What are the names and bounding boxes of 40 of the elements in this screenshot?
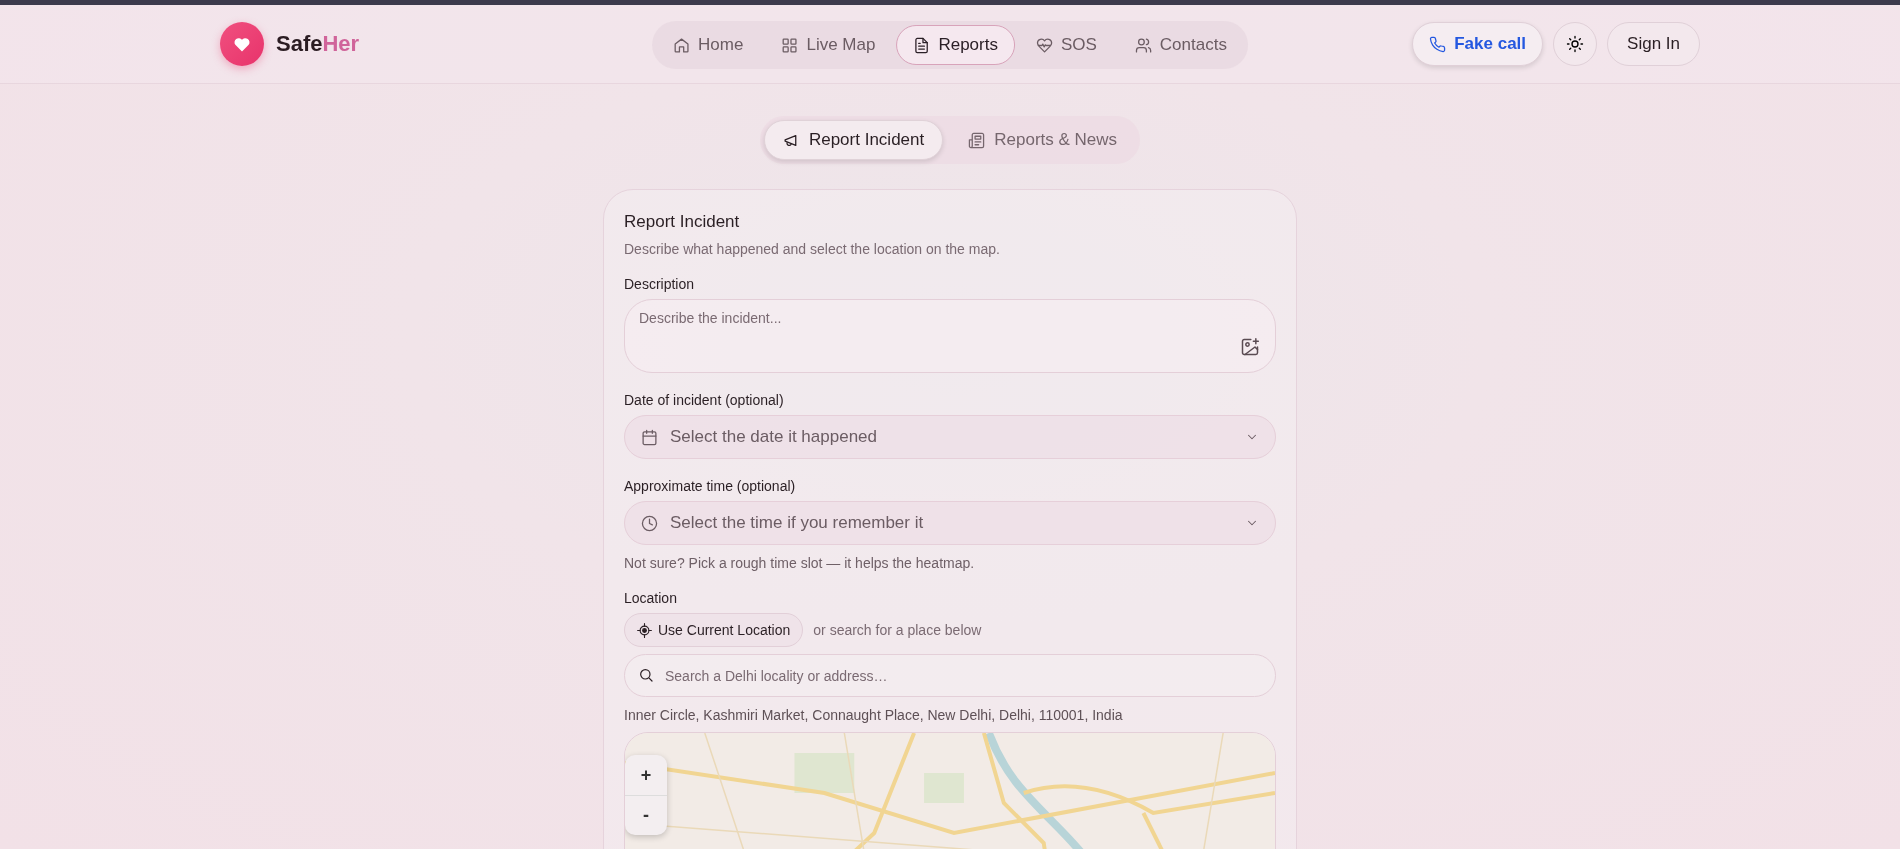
field-label: Approximate time (optional): [624, 478, 797, 494]
description-field[interactable]: Describe the incident...: [624, 299, 1276, 373]
heart-pulse-icon: [1035, 36, 1053, 54]
calendar-icon: [641, 428, 658, 446]
image-add-icon[interactable]: [1240, 337, 1260, 357]
zoom-out-button[interactable]: -: [625, 795, 667, 835]
sign-in-button[interactable]: Sign In: [1607, 22, 1700, 66]
field-label: Location: [624, 590, 678, 606]
nav-tab[interactable]: Contacts: [1117, 25, 1244, 65]
time-select[interactable]: Select the time if you remember it: [624, 501, 1276, 545]
field-label: Date of incident (optional): [624, 392, 785, 408]
home-icon: [673, 36, 691, 54]
section-tab[interactable]: Report Incident: [763, 120, 944, 160]
brand-name: SafeHer: [276, 31, 360, 57]
search-icon: [638, 667, 654, 683]
newspaper-icon: [968, 131, 986, 149]
card-title: Report Incident: [624, 212, 741, 232]
search-field[interactable]: Search a Delhi locality or address…: [624, 654, 1276, 697]
selected-address: Inner Circle, Kashmiri Market, Connaught Place, New Delhi, Delhi, 110001, India: [624, 707, 1124, 723]
nav-tab[interactable]: Home: [656, 25, 761, 65]
nav-tab[interactable]: SOS: [1018, 25, 1114, 65]
field-label: Description: [624, 276, 696, 292]
date-select[interactable]: Select the date it happened: [624, 415, 1276, 459]
card-subtitle: Describe what happened and select the location on the map.: [624, 241, 1001, 257]
zoom-in-button[interactable]: +: [625, 755, 667, 795]
use-location-button[interactable]: Use Current Location: [624, 613, 804, 647]
nav-tab[interactable]: Reports: [896, 25, 1015, 65]
theme-toggle-button[interactable]: [1553, 22, 1598, 66]
document-icon: [913, 36, 931, 54]
phone-icon: [1429, 35, 1447, 53]
sun-icon: [1566, 35, 1585, 53]
people-icon: [1134, 36, 1152, 54]
grid-icon: [781, 36, 799, 54]
section-tab[interactable]: Reports & News: [949, 120, 1137, 160]
time-hint: Not sure? Pick a rough time slot — it helps the heatmap.: [624, 555, 976, 571]
clock-icon: [641, 514, 658, 532]
fake-call-button[interactable]: Fake call: [1412, 22, 1544, 66]
location-hint: or search for a place below: [813, 622, 982, 638]
nav-tab[interactable]: Live Map: [764, 25, 893, 65]
crosshair-icon: [637, 622, 652, 638]
